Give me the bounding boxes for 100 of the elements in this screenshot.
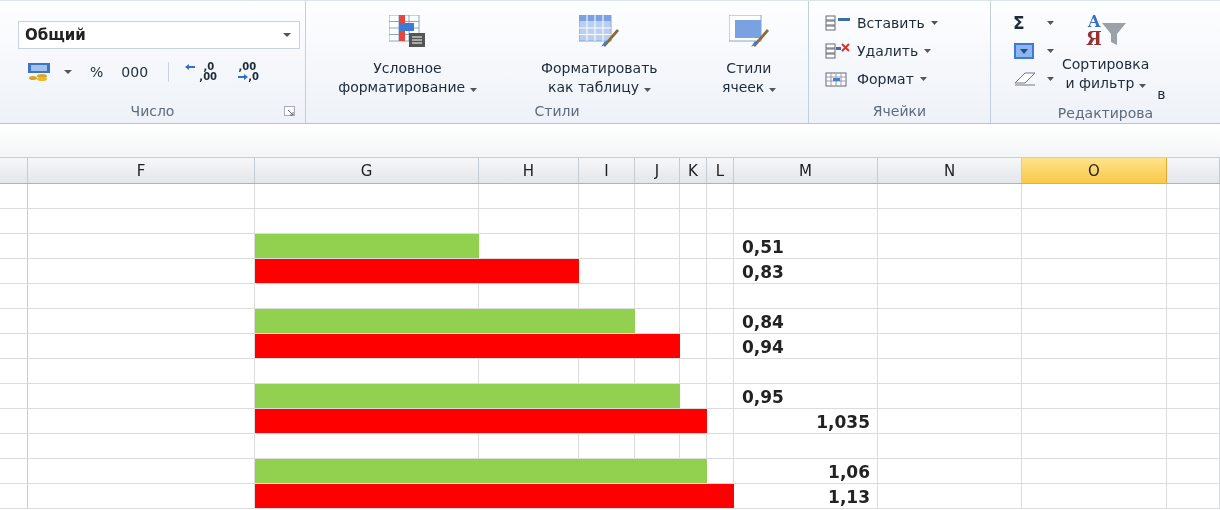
table-cell[interactable] — [1167, 484, 1220, 509]
table-cell[interactable] — [707, 234, 734, 259]
table-cell[interactable] — [878, 234, 1022, 259]
table-cell[interactable] — [680, 259, 707, 284]
row-header[interactable] — [0, 334, 28, 359]
row-header[interactable] — [0, 309, 28, 334]
table-cell[interactable] — [734, 359, 878, 384]
table-cell[interactable] — [1167, 284, 1220, 309]
table-cell[interactable] — [1022, 484, 1167, 509]
table-cell[interactable] — [1167, 334, 1220, 359]
table-cell[interactable] — [1167, 234, 1220, 259]
table-cell[interactable] — [1022, 259, 1167, 284]
table-cell[interactable] — [734, 334, 878, 359]
table-cell[interactable] — [1167, 309, 1220, 334]
find-select-button[interactable]: в — [1157, 86, 1166, 102]
table-cell[interactable] — [707, 259, 734, 284]
table-cell[interactable] — [479, 184, 579, 209]
table-cell[interactable] — [1167, 184, 1220, 209]
style-button[interactable]: Форматировать как таблицу — [541, 15, 658, 97]
row-header[interactable] — [0, 209, 28, 234]
table-cell[interactable] — [635, 234, 680, 259]
table-cell[interactable] — [1022, 359, 1167, 384]
table-cell[interactable] — [734, 384, 878, 409]
increase-decimal-button[interactable]: ,0 ,00 — [185, 62, 218, 82]
row-header[interactable] — [0, 359, 28, 384]
table-cell[interactable] — [707, 309, 734, 334]
table-cell[interactable] — [878, 359, 1022, 384]
table-cell[interactable] — [878, 484, 1022, 509]
table-cell[interactable] — [1167, 409, 1220, 434]
column-header[interactable]: J — [635, 158, 680, 183]
table-cell[interactable] — [680, 209, 707, 234]
table-cell[interactable] — [579, 209, 635, 234]
table-cell[interactable] — [878, 459, 1022, 484]
table-cell[interactable] — [707, 184, 734, 209]
table-cell[interactable] — [28, 409, 255, 434]
table-cell[interactable] — [680, 284, 707, 309]
column-header[interactable]: K — [680, 158, 707, 183]
table-cell[interactable] — [878, 384, 1022, 409]
table-cell[interactable] — [1022, 234, 1167, 259]
style-button[interactable]: Стили ячеек — [721, 15, 776, 97]
table-cell[interactable] — [1022, 284, 1167, 309]
cells-button[interactable]: Удалить — [825, 39, 990, 63]
percent-button[interactable]: % — [86, 62, 108, 82]
table-cell[interactable] — [734, 184, 878, 209]
table-cell[interactable] — [579, 234, 635, 259]
row-header[interactable] — [0, 409, 28, 434]
table-cell[interactable] — [1022, 434, 1167, 459]
table-cell[interactable] — [707, 434, 734, 459]
table-cell[interactable] — [1022, 384, 1167, 409]
table-cell[interactable] — [28, 384, 255, 409]
row-header[interactable] — [0, 384, 28, 409]
table-cell[interactable] — [479, 209, 579, 234]
table-cell[interactable] — [28, 459, 255, 484]
table-cell[interactable] — [878, 309, 1022, 334]
table-cell[interactable] — [734, 309, 878, 334]
column-header[interactable]: M — [734, 158, 878, 183]
autosum-button[interactable]: Σ — [1013, 11, 1054, 35]
table-cell[interactable] — [734, 209, 878, 234]
table-cell[interactable] — [1022, 459, 1167, 484]
table-cell[interactable] — [734, 259, 878, 284]
table-cell[interactable] — [1167, 459, 1220, 484]
row-header[interactable] — [0, 234, 28, 259]
table-cell[interactable] — [1022, 209, 1167, 234]
table-cell[interactable] — [707, 359, 734, 384]
table-cell[interactable] — [28, 434, 255, 459]
column-header[interactable]: L — [707, 158, 734, 183]
table-cell[interactable] — [878, 434, 1022, 459]
cells-button[interactable]: Формат — [825, 67, 990, 91]
decrease-decimal-button[interactable]: ,00 ,0 — [227, 62, 260, 82]
table-cell[interactable] — [28, 334, 255, 359]
table-cell[interactable] — [255, 184, 479, 209]
table-cell[interactable] — [635, 284, 680, 309]
table-cell[interactable] — [635, 259, 680, 284]
number-format-dropdown[interactable]: Общий — [18, 21, 300, 49]
table-cell[interactable] — [1167, 384, 1220, 409]
table-cell[interactable] — [28, 184, 255, 209]
table-cell[interactable] — [878, 184, 1022, 209]
table-cell[interactable] — [28, 234, 255, 259]
table-cell[interactable] — [878, 284, 1022, 309]
table-cell[interactable] — [1167, 359, 1220, 384]
table-cell[interactable] — [28, 284, 255, 309]
table-cell[interactable] — [1022, 334, 1167, 359]
table-cell[interactable] — [1022, 309, 1167, 334]
table-cell[interactable] — [28, 259, 255, 284]
table-cell[interactable] — [680, 359, 707, 384]
table-cell[interactable] — [635, 209, 680, 234]
thousands-button[interactable]: 000 — [117, 62, 153, 82]
table-cell[interactable] — [734, 459, 878, 484]
table-cell[interactable] — [1167, 259, 1220, 284]
table-cell[interactable] — [1167, 434, 1220, 459]
column-header[interactable]: I — [579, 158, 635, 183]
table-cell[interactable] — [707, 284, 734, 309]
table-cell[interactable] — [680, 309, 707, 334]
table-cell[interactable] — [878, 409, 1022, 434]
table-cell[interactable] — [707, 384, 734, 409]
table-cell[interactable] — [680, 234, 707, 259]
column-header[interactable]: G — [255, 158, 479, 183]
style-button[interactable]: Условное форматирование — [338, 15, 477, 97]
table-cell[interactable] — [734, 284, 878, 309]
table-cell[interactable] — [1022, 409, 1167, 434]
